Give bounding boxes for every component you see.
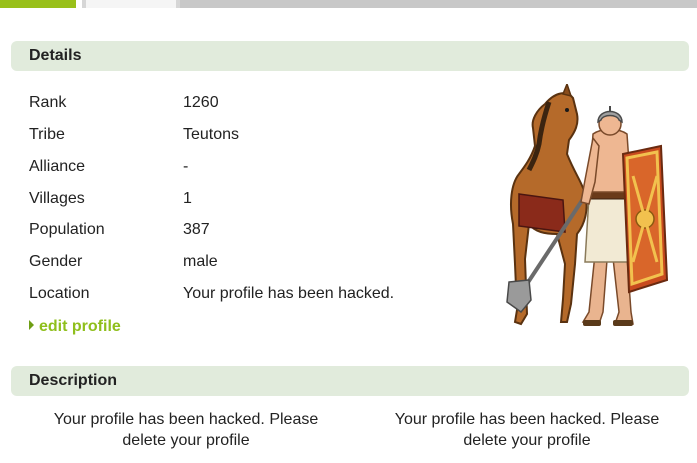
detail-value: male: [183, 253, 218, 270]
sandal-left: [583, 320, 601, 326]
detail-value: 1: [183, 190, 192, 207]
horse-eye: [565, 108, 569, 112]
detail-value: 1260: [183, 94, 219, 111]
description-title: Description: [29, 372, 118, 389]
description-left-text: Your profile has been hacked. Please del…: [53, 411, 319, 449]
description-right-text: Your profile has been hacked. Please del…: [394, 411, 660, 449]
triangle-right-icon: [29, 320, 34, 330]
detail-value: 387: [183, 221, 210, 238]
detail-label: Tribe: [29, 126, 65, 143]
details-title: Details: [29, 47, 82, 64]
tab-active[interactable]: [0, 0, 76, 8]
detail-label: Population: [29, 221, 105, 238]
details-section-header: Details: [11, 41, 689, 71]
detail-label: Location: [29, 285, 90, 302]
detail-value: Teutons: [183, 126, 240, 143]
description-section-header: Description: [11, 366, 689, 396]
detail-value: Your profile has been hacked.: [183, 285, 395, 302]
detail-label: Gender: [29, 253, 83, 270]
horse-ear: [561, 84, 573, 98]
tab-bar: [0, 0, 697, 8]
warrior-leg-left: [581, 252, 608, 325]
detail-label: Alliance: [29, 158, 86, 175]
detail-value: -: [183, 158, 189, 175]
detail-label: Villages: [29, 190, 85, 207]
sandal-right: [613, 320, 633, 326]
edit-profile-label: edit profile: [39, 318, 121, 335]
saddle-blanket: [518, 193, 566, 233]
tab-divider: [176, 0, 180, 8]
detail-label: Rank: [29, 94, 67, 111]
hero-illustration: [506, 84, 669, 326]
edit-profile-link[interactable]: edit profile: [29, 318, 121, 336]
tab-inactive[interactable]: [86, 0, 176, 8]
